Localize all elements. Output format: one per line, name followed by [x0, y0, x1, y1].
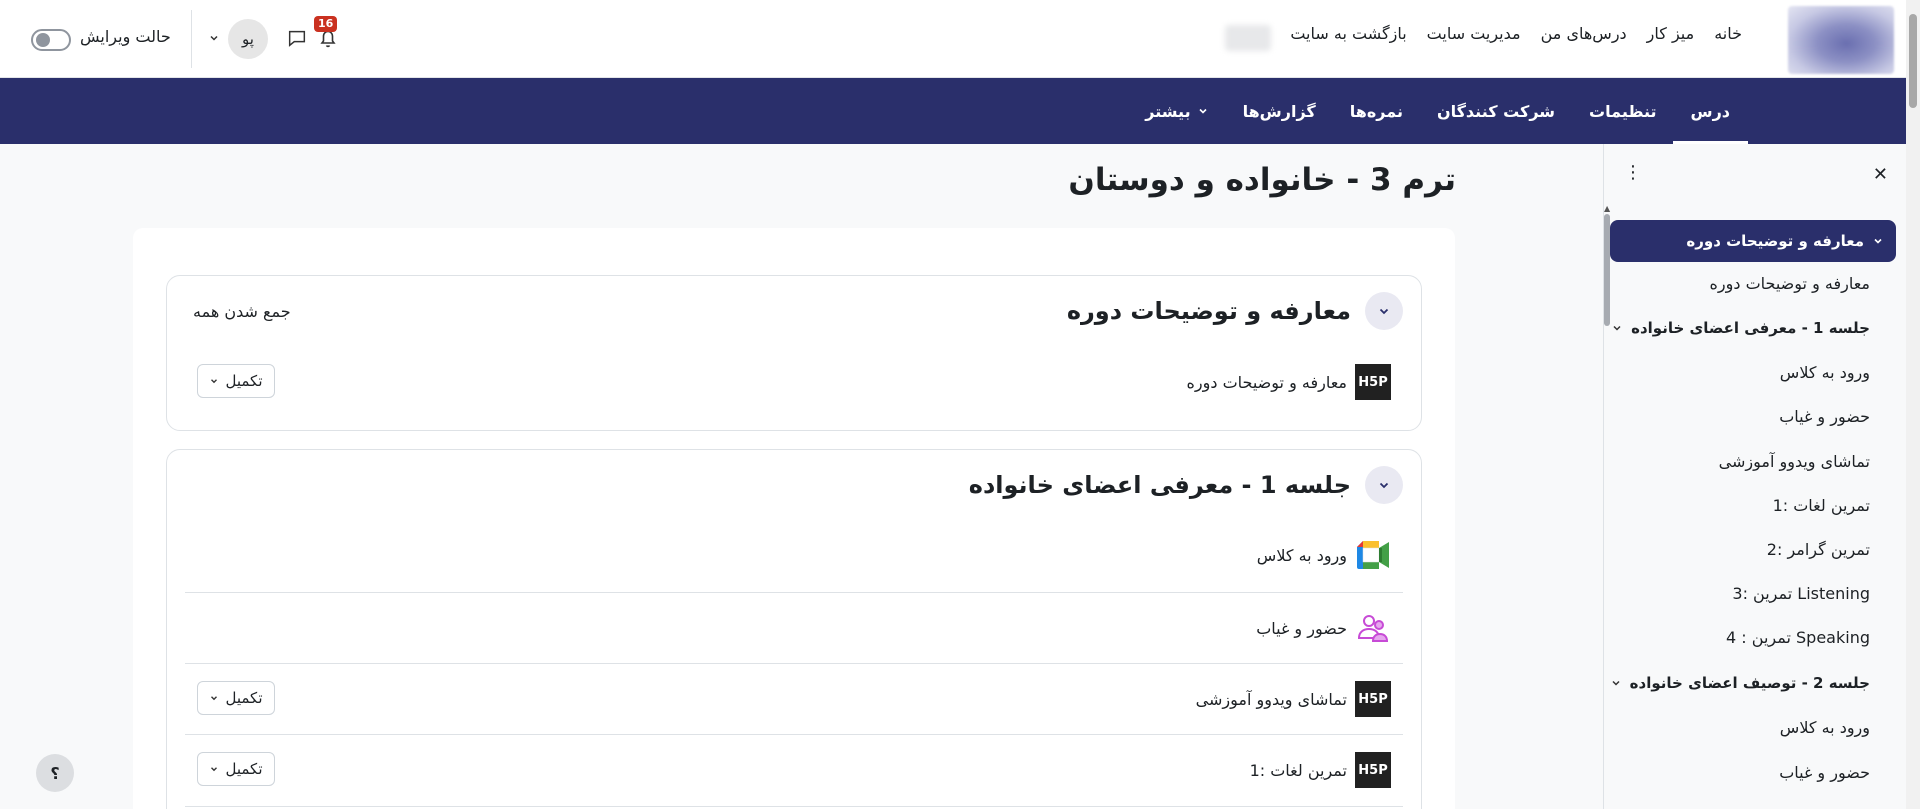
chevron-down-icon — [1613, 325, 1621, 331]
course-index-item[interactable]: حضور و غیاب — [1779, 763, 1870, 782]
activity-item[interactable]: H5P 1: تمرین لغات — [1250, 752, 1391, 788]
tab-reports[interactable]: گزارش‌ها — [1243, 78, 1316, 144]
nav-home[interactable]: خانه — [1714, 24, 1742, 43]
close-icon[interactable]: ✕ — [1873, 164, 1888, 185]
activity-item[interactable]: حضور و غیاب — [1256, 610, 1391, 646]
completion-label: تکمیل — [225, 372, 263, 390]
activity-name[interactable]: حضور و غیاب — [1256, 619, 1347, 638]
nav-back-to-site[interactable]: بازگشت به سایت — [1290, 24, 1406, 43]
course-index-item[interactable]: تماشای ویدوو آموزشی — [1719, 452, 1870, 471]
chevron-down-icon — [1379, 482, 1389, 489]
course-index-drawer: ✕ ⋮ ▲ معارفه و توضیحات دوره معارفه و توض… — [1603, 144, 1906, 809]
section-title[interactable]: معارفه و توضیحات دوره — [1067, 297, 1351, 325]
kebab-menu-icon[interactable]: ⋮ — [1624, 164, 1642, 182]
course-index-item[interactable]: 2: تمرین گرامر — [1767, 540, 1870, 559]
message-icon[interactable] — [286, 27, 308, 49]
tab-course[interactable]: درس — [1672, 78, 1748, 144]
activity-name[interactable]: تماشای ویدوو آموزشی — [1196, 690, 1347, 709]
h5p-icon: H5P — [1355, 681, 1391, 717]
course-index-section-active[interactable]: معارفه و توضیحات دوره — [1610, 220, 1896, 262]
primary-navigation: خانه میز کار درس‌های من مدیریت سایت بازگ… — [1290, 24, 1742, 43]
completion-dropdown-button[interactable]: تکمیل — [197, 364, 275, 398]
divider — [191, 10, 192, 68]
course-index-item[interactable]: 3: تمرین Listening — [1732, 584, 1870, 603]
course-index-item[interactable]: ورود به کلاس — [1780, 363, 1870, 382]
section-collapse-toggle[interactable] — [1365, 292, 1403, 330]
course-index-section-label: معارفه و توضیحات دوره — [1686, 232, 1864, 250]
chevron-down-icon — [1379, 308, 1389, 315]
tab-more[interactable]: بیشتر — [1145, 78, 1208, 144]
chevron-down-icon — [211, 696, 218, 701]
activity-name[interactable]: ورود به کلاس — [1257, 546, 1347, 565]
completion-dropdown-button[interactable]: تکمیل — [197, 681, 275, 715]
section-collapse-toggle[interactable] — [1365, 466, 1403, 504]
tab-settings[interactable]: تنظیمات — [1589, 78, 1656, 144]
chevron-down-icon — [211, 379, 218, 384]
activity-divider — [185, 734, 1403, 735]
activity-item[interactable]: H5P تماشای ویدوو آموزشی — [1196, 681, 1391, 717]
collapse-all-link[interactable]: جمع شدن همه — [193, 302, 291, 321]
course-index-item[interactable]: ورود به کلاس — [1780, 718, 1870, 737]
edit-mode-toggle[interactable] — [31, 29, 71, 51]
activity-name[interactable]: معارفه و توضیحات دوره — [1187, 373, 1347, 392]
h5p-icon: H5P — [1355, 364, 1391, 400]
nav-dashboard[interactable]: میز کار — [1647, 24, 1695, 43]
activity-item[interactable]: ورود به کلاس — [1257, 539, 1391, 571]
course-index-section-label: جلسه 2 - توصیف اعضای خانواده — [1629, 674, 1870, 692]
h5p-icon: H5P — [1355, 752, 1391, 788]
activity-divider — [185, 806, 1403, 807]
course-index-item[interactable]: 1: تمرین لغات — [1773, 496, 1870, 515]
course-index-section[interactable]: جلسه 1 - معرفی اعضای خانواده — [1611, 319, 1870, 337]
course-index-item[interactable]: حضور و غیاب — [1779, 407, 1870, 426]
course-section: جلسه 1 - معرفی اعضای خانواده ورود به کلا… — [166, 449, 1422, 809]
completion-dropdown-button[interactable]: تکمیل — [197, 752, 275, 786]
course-index-item[interactable]: معارفه و توضیحات دوره — [1710, 274, 1870, 293]
activity-divider — [185, 663, 1403, 664]
edit-mode-label: حالت ویرایش — [80, 27, 171, 46]
tab-grades[interactable]: نمره‌ها — [1350, 78, 1403, 144]
tab-more-label: بیشتر — [1145, 101, 1191, 121]
blurred-site-name — [1225, 25, 1271, 51]
course-index-section[interactable]: جلسه 2 - توصیف اعضای خانواده — [1610, 674, 1870, 692]
completion-label: تکمیل — [225, 760, 263, 778]
completion-label: تکمیل — [225, 689, 263, 707]
page-title: ترم 3 - خانواده و دوستان — [1068, 162, 1456, 198]
attendance-icon — [1357, 615, 1389, 642]
course-index-item[interactable]: 4 : تمرین Speaking — [1726, 628, 1870, 647]
help-button[interactable]: ؟ — [36, 754, 74, 792]
user-avatar[interactable]: پو — [228, 19, 268, 59]
section-title[interactable]: جلسه 1 - معرفی اعضای خانواده — [969, 471, 1351, 499]
top-navbar: خانه میز کار درس‌های من مدیریت سایت بازگ… — [0, 0, 1906, 78]
course-index-section-label: جلسه 1 - معرفی اعضای خانواده — [1631, 319, 1870, 337]
chevron-down-icon — [1874, 238, 1882, 244]
page-scrollbar[interactable] — [1906, 0, 1920, 809]
activity-item[interactable]: H5P معارفه و توضیحات دوره — [1187, 364, 1391, 400]
chevron-down-icon — [211, 767, 218, 772]
site-logo[interactable] — [1788, 6, 1894, 74]
notification-count-badge: 16 — [314, 16, 338, 32]
nav-my-courses[interactable]: درس‌های من — [1541, 24, 1627, 43]
course-section: معارفه و توضیحات دوره جمع شدن همه H5P مع… — [166, 275, 1422, 431]
tab-participants[interactable]: شرکت کنندگان — [1437, 78, 1555, 144]
activity-name[interactable]: 1: تمرین لغات — [1250, 761, 1347, 780]
course-secondary-nav: درس تنظیمات شرکت کنندگان نمره‌ها گزارش‌ه… — [0, 78, 1906, 144]
chevron-down-icon[interactable] — [208, 32, 220, 44]
video-meeting-icon — [1357, 541, 1389, 569]
nav-site-admin[interactable]: مدیریت سایت — [1427, 24, 1521, 43]
activity-divider — [185, 592, 1403, 593]
chevron-down-icon — [1199, 108, 1207, 114]
chevron-down-icon — [1612, 680, 1620, 686]
scroll-up-arrow-icon[interactable]: ▲ — [1604, 204, 1610, 213]
